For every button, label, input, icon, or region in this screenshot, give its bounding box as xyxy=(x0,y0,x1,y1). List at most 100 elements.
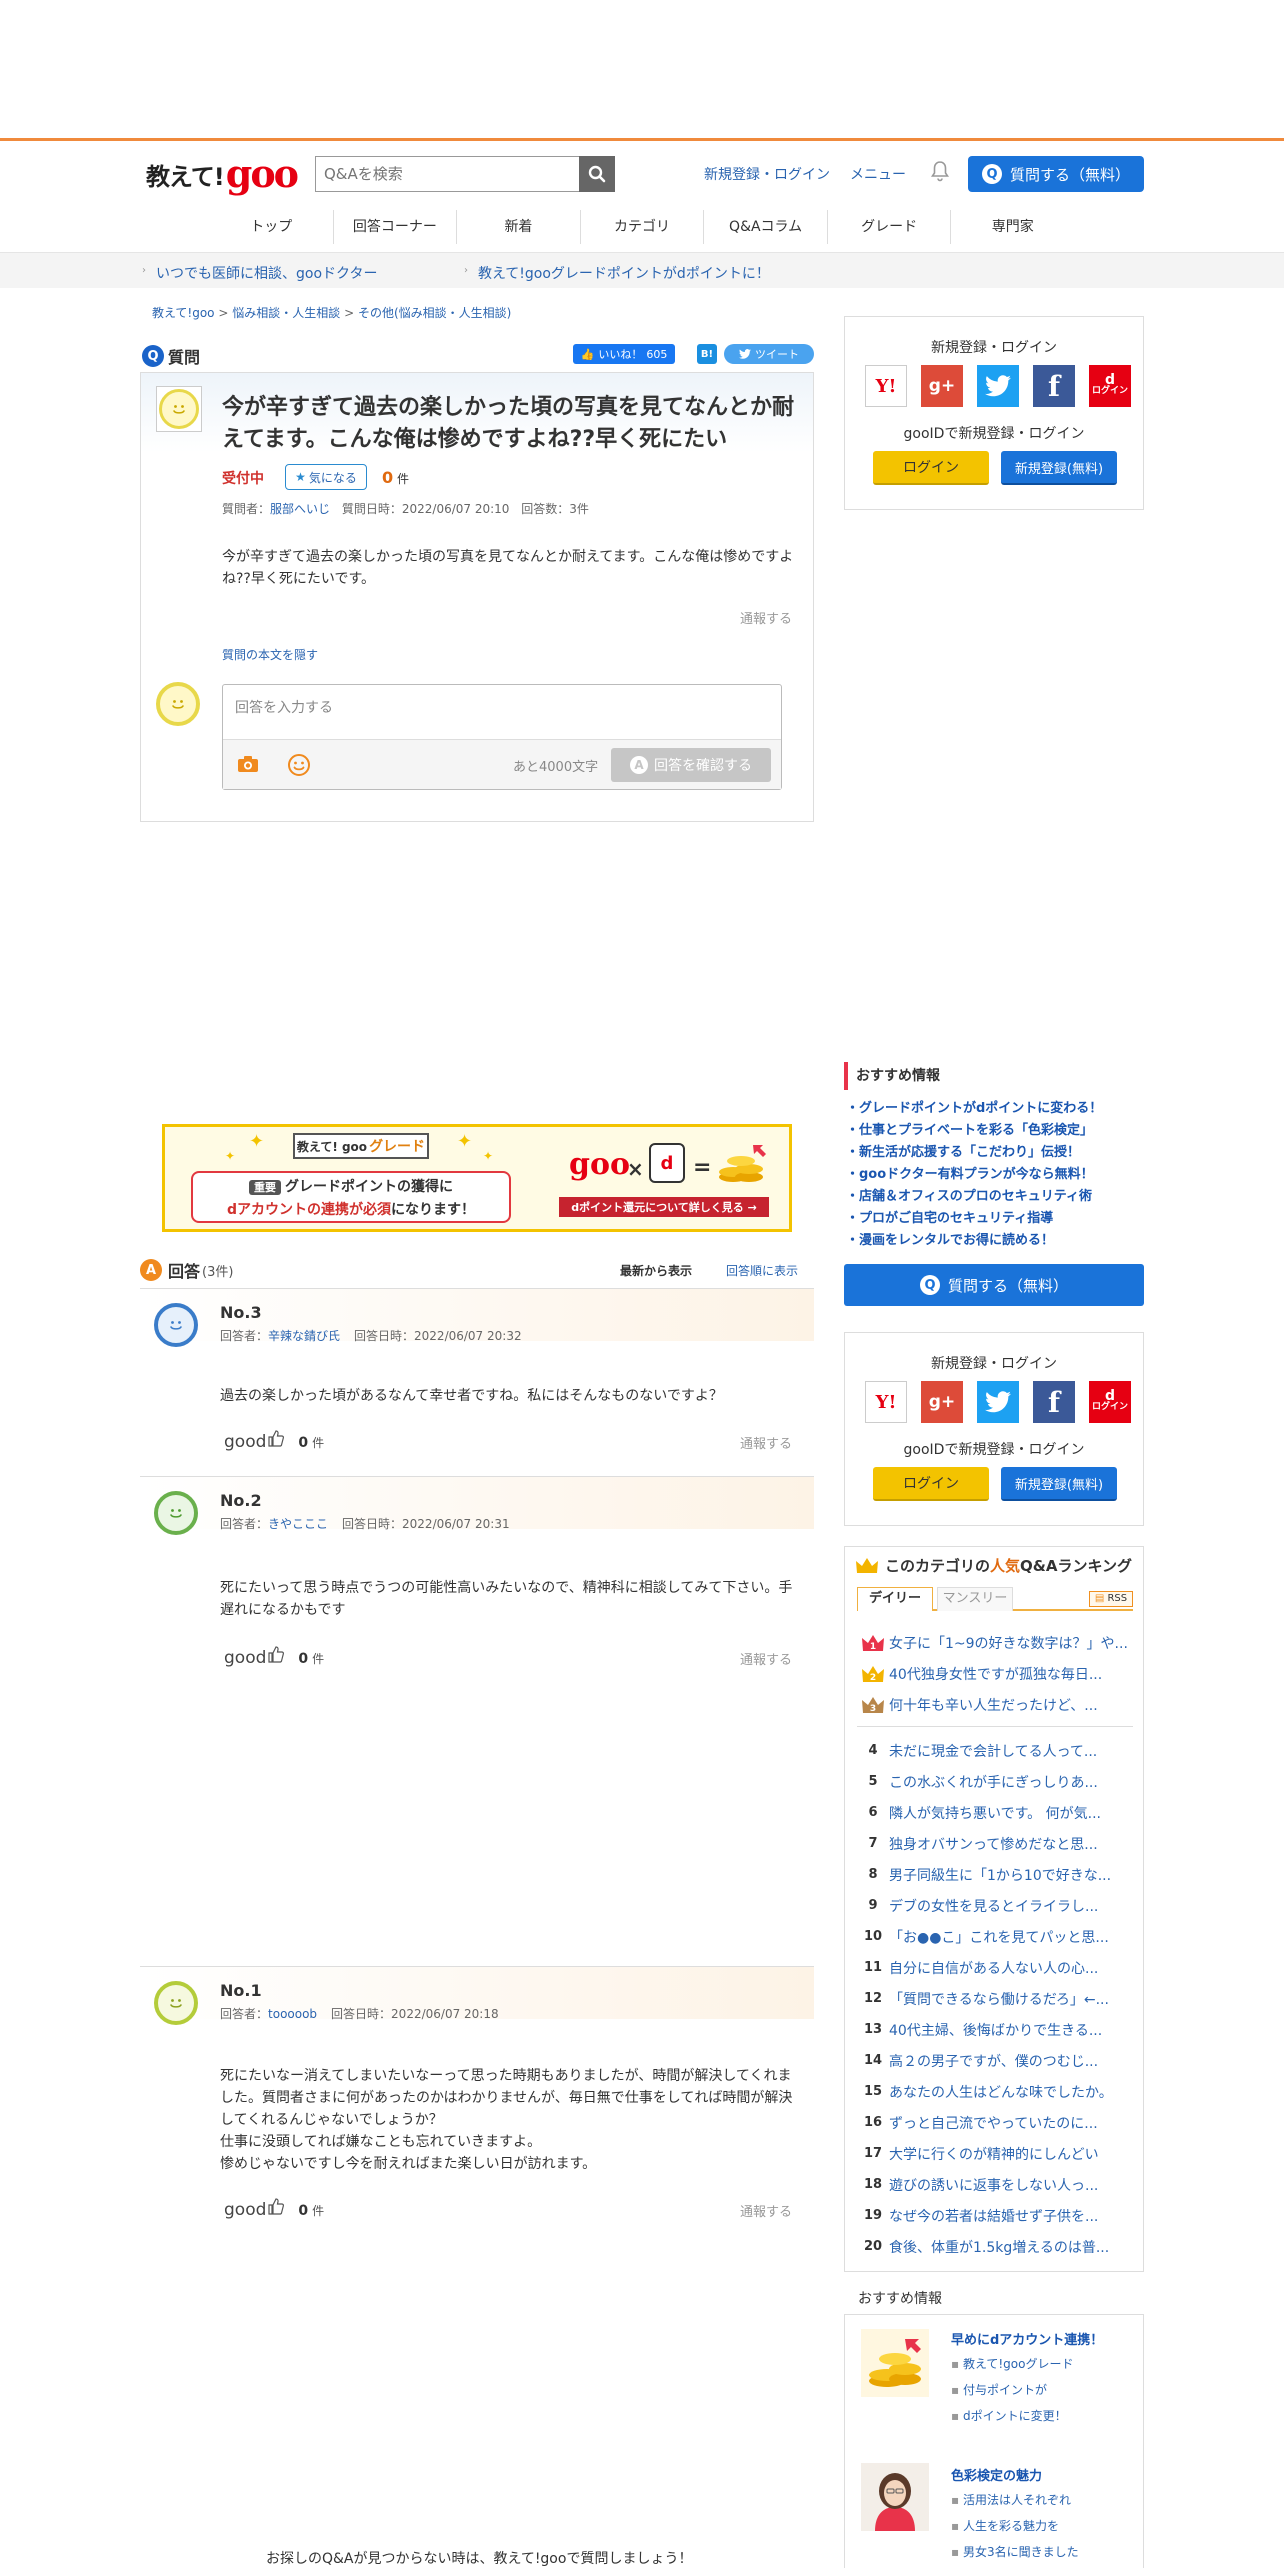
login-button[interactable]: ログイン xyxy=(873,1467,989,1501)
nav-new[interactable]: 新着 xyxy=(457,210,581,244)
dpoint-link[interactable]: 教えて!gooグレードポイントがdポイントに！ xyxy=(478,263,770,283)
reco2-item-line[interactable]: ▪ 教えて!gooグレード xyxy=(951,2355,1073,2372)
ranking-link[interactable]: 隣人が気持ち悪いです。 何が気... xyxy=(889,1803,1129,1823)
nav-answer-corner[interactable]: 回答コーナー xyxy=(334,210,458,244)
ranking-row[interactable]: 8 男子同級生に「1から10で好きな... xyxy=(857,1859,1137,1890)
twitter-login-button[interactable] xyxy=(977,1381,1019,1423)
ranking-row[interactable]: 4 未だに現金で会計してる人って... xyxy=(857,1735,1137,1766)
facebook-login-button[interactable]: f xyxy=(1033,365,1075,407)
ask-question-button-sidebar[interactable]: Q 質問する（無料） xyxy=(844,1264,1144,1306)
ranking-link[interactable]: 高２の男子ですが、僕のつむじ... xyxy=(889,2051,1129,2071)
recommended-item[interactable]: ・グレードポイントがdポイントに変わる！ xyxy=(846,1098,1146,1120)
good-button[interactable]: good 0 件 xyxy=(224,1645,324,1668)
report-answer-link[interactable]: 通報する xyxy=(740,1649,792,1668)
ranking-link[interactable]: なぜ今の若者は結婚せず子供を... xyxy=(889,2206,1129,2226)
yahoo-login-button[interactable]: Y! xyxy=(865,365,907,407)
good-button[interactable]: good 0 件 xyxy=(224,1429,324,1452)
ranking-row[interactable]: 5 この水ぶくれが手にぎっしりあ... xyxy=(857,1766,1137,1797)
reco2-item-head[interactable]: 色彩検定の魅力 xyxy=(951,2465,1042,2484)
grade-dpoint-banner[interactable]: ✦ ✦ ✦ ✦ 教えて! goo グレード 重要 グレードポイントの獲得に dアカウ… xyxy=(162,1124,792,1232)
reco2-item-line[interactable]: ▪ 付与ポイントが xyxy=(951,2381,1047,2398)
ranking-link[interactable]: 大学に行くのが精神的にしんどい xyxy=(889,2144,1129,2164)
ranking-row[interactable]: 20 食後、体重が1.5kg増えるのは普... xyxy=(857,2231,1137,2262)
ranking-row[interactable]: 3 何十年も辛い人生だったけど、... xyxy=(857,1689,1137,1720)
ranking-link[interactable]: 独身オバサンって惨めだなと思... xyxy=(889,1834,1129,1854)
emoji-icon[interactable] xyxy=(287,753,311,781)
nav-expert[interactable]: 専門家 xyxy=(951,210,1074,244)
recommended-item[interactable]: ・店舗＆オフィスのプロのセキュリティ術 xyxy=(846,1186,1146,1208)
ranking-row[interactable]: 1 女子に「1~9の好きな数字は？」や... xyxy=(857,1627,1137,1658)
ranking-row[interactable]: 12 「質問できるなら働けるだろ」←... xyxy=(857,1983,1137,2014)
answerer-name-link[interactable]: tooooob xyxy=(268,2007,317,2021)
sort-oldest-tab[interactable]: 回答順に表示 xyxy=(726,1262,798,1279)
ranking-link[interactable]: あなたの人生はどんな味でしたか。 xyxy=(889,2082,1129,2102)
answerer-avatar[interactable] xyxy=(154,1981,198,2025)
banner-cta[interactable]: dポイント還元について詳しく見る → xyxy=(559,1197,769,1217)
hatena-bookmark-button[interactable]: B! xyxy=(697,344,717,364)
google-plus-login-button[interactable]: g+ xyxy=(921,1381,963,1423)
asker-name-link[interactable]: 服部へいじ xyxy=(270,502,330,516)
facebook-login-button[interactable]: f xyxy=(1033,1381,1075,1423)
answerer-name-link[interactable]: きやこここ xyxy=(268,1517,328,1531)
ranking-link[interactable]: 何十年も辛い人生だったけど、... xyxy=(889,1695,1129,1715)
daccount-login-button[interactable]: d ログイン xyxy=(1089,1381,1131,1423)
doctor-link[interactable]: いつでも医師に相談、gooドクター xyxy=(156,263,377,283)
good-button[interactable]: good 0 件 xyxy=(224,2197,324,2220)
ranking-link[interactable]: 40代独身女性ですが孤独な毎日... xyxy=(889,1664,1129,1684)
daccount-login-button[interactable]: d ログイン xyxy=(1089,365,1131,407)
recommended-item[interactable]: ・プロがご自宅のセキュリティ指導 xyxy=(846,1208,1146,1230)
ranking-row[interactable]: 16 ずっと自己流でやっていたのに... xyxy=(857,2107,1137,2138)
ranking-row[interactable]: 2 40代独身女性ですが孤独な毎日... xyxy=(857,1658,1137,1689)
ranking-row[interactable]: 15 あなたの人生はどんな味でしたか。 xyxy=(857,2076,1137,2107)
bell-icon[interactable] xyxy=(930,160,950,186)
confirm-answer-button[interactable]: A 回答を確認する xyxy=(611,748,771,782)
facebook-like-button[interactable]: 👍 いいね！ 605 xyxy=(573,344,675,364)
report-answer-link[interactable]: 通報する xyxy=(740,1433,792,1452)
asker-avatar-frame[interactable] xyxy=(156,386,202,432)
tweet-button[interactable]: ツイート xyxy=(724,344,814,364)
ranking-link[interactable]: 男子同級生に「1から10で好きな... xyxy=(889,1865,1129,1885)
ranking-row[interactable]: 18 遊びの誘いに返事をしない人っ... xyxy=(857,2169,1137,2200)
tab-daily[interactable]: デイリー xyxy=(857,1587,933,1611)
ranking-link[interactable]: 食後、体重が1.5kg増えるのは普... xyxy=(889,2237,1129,2257)
search-input[interactable] xyxy=(315,156,579,192)
reco2-item-line[interactable]: ▪ 男女3名に聞きました xyxy=(951,2543,1079,2560)
search-button[interactable] xyxy=(579,156,615,192)
nav-grade[interactable]: グレード xyxy=(828,210,952,244)
ranking-row[interactable]: 17 大学に行くのが精神的にしんどい xyxy=(857,2138,1137,2169)
answerer-avatar[interactable] xyxy=(154,1491,198,1535)
answerer-name-link[interactable]: 辛辣な錆び氏 xyxy=(268,1329,340,1343)
ranking-link[interactable]: 40代主婦、後悔ばかりで生きる... xyxy=(889,2020,1129,2040)
ranking-link[interactable]: 遊びの誘いに返事をしない人っ... xyxy=(889,2175,1129,2195)
login-link[interactable]: 新規登録・ログイン xyxy=(704,164,830,184)
ranking-row[interactable]: 11 自分に自信がある人ない人の心... xyxy=(857,1952,1137,1983)
ranking-row[interactable]: 9 デブの女性を見るとイライラし... xyxy=(857,1890,1137,1921)
hide-question-body-link[interactable]: 質問の本文を隠す xyxy=(222,646,318,663)
tab-monthly[interactable]: マンスリー xyxy=(937,1587,1013,1611)
breadcrumb-item-category[interactable]: 悩み相談・人生相談 xyxy=(232,306,340,320)
ranking-row[interactable]: 6 隣人が気持ち悪いです。 何が気... xyxy=(857,1797,1137,1828)
ranking-link[interactable]: 「質問できるなら働けるだろ」←... xyxy=(889,1989,1129,2009)
ranking-row[interactable]: 7 独身オバサンって惨めだなと思... xyxy=(857,1828,1137,1859)
reco2-item-line[interactable]: ▪ dポイントに変更！ xyxy=(951,2407,1067,2424)
site-logo[interactable]: 教えて! goo xyxy=(146,152,299,193)
ranking-link[interactable]: ずっと自己流でやっていたのに... xyxy=(889,2113,1129,2133)
ranking-row[interactable]: 10 「お●●こ」これを見てパッと思... xyxy=(857,1921,1137,1952)
recommended-item[interactable]: ・仕事とプライベートを彩る「色彩検定」 xyxy=(846,1120,1146,1142)
ranking-link[interactable]: 女子に「1~9の好きな数字は？」や... xyxy=(889,1633,1129,1653)
answerer-avatar[interactable] xyxy=(154,1303,198,1347)
yahoo-login-button[interactable]: Y! xyxy=(865,1381,907,1423)
signup-button[interactable]: 新規登録(無料) xyxy=(1001,451,1117,485)
answer-input-box[interactable]: 回答を入力する あと4000文字 A 回答を確認する xyxy=(222,684,782,790)
ranking-link[interactable]: この水ぶくれが手にぎっしりあ... xyxy=(889,1772,1129,1792)
login-button[interactable]: ログイン xyxy=(873,451,989,485)
camera-icon[interactable] xyxy=(237,754,259,778)
google-plus-login-button[interactable]: g+ xyxy=(921,365,963,407)
reco2-item-line[interactable]: ▪ 人生を彩る魅力を xyxy=(951,2517,1059,2534)
nav-category[interactable]: カテゴリ xyxy=(581,210,705,244)
reco2-item-head[interactable]: 早めにdアカウント連携！ xyxy=(951,2329,1103,2348)
signup-button[interactable]: 新規登録(無料) xyxy=(1001,1467,1117,1501)
recommended-item[interactable]: ・gooドクター有料プランが今なら無料！ xyxy=(846,1164,1146,1186)
ranking-link[interactable]: 「お●●こ」これを見てパッと思... xyxy=(889,1927,1129,1947)
report-answer-link[interactable]: 通報する xyxy=(740,2201,792,2220)
